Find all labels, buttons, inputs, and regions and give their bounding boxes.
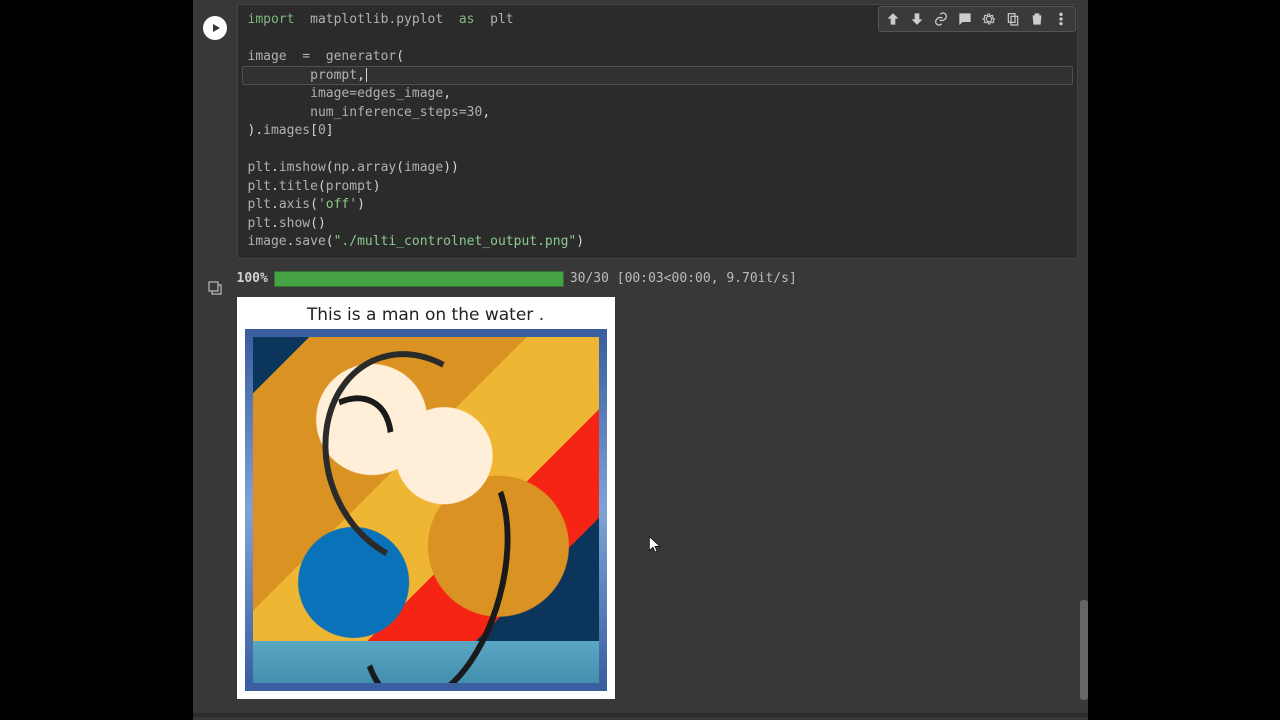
cell-output: 100% 30/30 [00:03<00:00, 9.70it/s] This … bbox=[193, 271, 1088, 699]
move-up-icon[interactable] bbox=[883, 9, 903, 29]
code-editor[interactable]: import matplotlib.pyplot as plt image = … bbox=[237, 4, 1078, 259]
notebook: import matplotlib.pyplot as plt image = … bbox=[193, 0, 1088, 720]
next-cell-edge bbox=[193, 713, 1088, 717]
progress-row: 100% 30/30 [00:03<00:00, 9.70it/s] bbox=[237, 271, 1078, 287]
cell-toolbar bbox=[878, 6, 1076, 32]
move-down-icon[interactable] bbox=[907, 9, 927, 29]
comment-icon[interactable] bbox=[955, 9, 975, 29]
cell-gutter bbox=[193, 4, 237, 40]
scrollbar-thumb[interactable] bbox=[1080, 600, 1088, 700]
output-gutter bbox=[193, 271, 237, 699]
progress-stats: 30/30 [00:03<00:00, 9.70it/s] bbox=[570, 271, 797, 286]
output-collapse-icon[interactable] bbox=[206, 279, 224, 699]
run-button[interactable] bbox=[203, 16, 227, 40]
matplotlib-figure: This is a man on the water . bbox=[237, 297, 615, 699]
figure-title: This is a man on the water . bbox=[245, 305, 607, 325]
scrollbar[interactable] bbox=[1078, 0, 1088, 710]
progress-percent: 100% bbox=[237, 271, 268, 286]
delete-icon[interactable] bbox=[1027, 9, 1047, 29]
progress-bar bbox=[274, 271, 564, 287]
gear-icon[interactable] bbox=[979, 9, 999, 29]
mirror-icon[interactable] bbox=[1003, 9, 1023, 29]
figure-image bbox=[245, 329, 607, 691]
more-icon[interactable] bbox=[1051, 9, 1071, 29]
link-icon[interactable] bbox=[931, 9, 951, 29]
code-cell: import matplotlib.pyplot as plt image = … bbox=[193, 0, 1088, 699]
